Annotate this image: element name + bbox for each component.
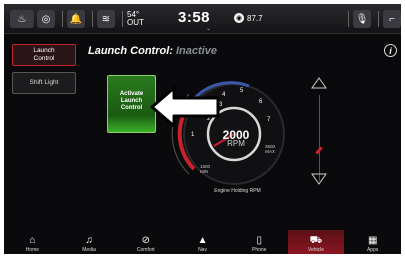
sidebar-item-label: Launch Control [33,47,55,62]
gauge-tick-label: 1 [191,132,195,138]
rpm-min-label: 1500 MIN [200,164,211,174]
rpm-unit: RPM [227,139,245,148]
divider [348,11,349,27]
divider [378,11,379,27]
sidebar-item-shift-light[interactable]: Shift Light [12,72,76,94]
status-bar: ♨ ◎ 🔔 ≋ 54° OUT 3:58 ⌄ ◉ 87.7 🎙 ⌐ [4,4,401,34]
steering-heat-icon[interactable]: ◎ [37,10,55,28]
nav-label: Comfort [136,247,155,253]
radio-station[interactable]: ◉ 87.7 [234,13,263,23]
outside-temp: 54° OUT [127,11,144,27]
nav-media[interactable]: ♫ Media [61,230,118,254]
microphone-icon[interactable]: 🎙 [353,10,371,28]
sidebar-item-launch-control[interactable]: Launch Control [12,44,76,66]
chevron-up-icon[interactable] [311,77,327,89]
chevron-down-icon[interactable] [311,173,327,185]
gauge-tick-label: 7 [267,117,271,123]
divider [62,11,63,27]
page-title: Launch Control: Inactive [88,45,217,57]
bottom-nav: ⌂ Home ♫ Media ⊘ Comfort ▲ Nav ▯ Phone ⛟… [4,230,401,254]
climate-controls: ♨ ◎ 🔔 ≋ 54° OUT [10,9,144,29]
comfort-icon: ⊘ [141,235,150,246]
chevron-down-icon[interactable]: ⌄ [206,25,211,32]
notification-bell-icon[interactable]: 🔔 [67,10,85,28]
nav-label: Phone [252,247,267,253]
nav-label: Media [82,247,96,253]
info-icon[interactable]: i [384,44,397,57]
divider [92,11,93,27]
infotainment-screen: ♨ ◎ 🔔 ≋ 54° OUT 3:58 ⌄ ◉ 87.7 🎙 ⌐ Launch… [4,4,401,254]
nav-phone[interactable]: ▯ Phone [231,230,288,254]
pointer-arrow-icon [150,86,220,128]
nav-vehicle[interactable]: ⛟ Vehicle [287,230,345,254]
navigation-arrow-icon: ▲ [197,235,208,246]
car-icon: ⛟ [309,235,323,246]
nav-label: Nav [198,247,207,253]
nav-navigation[interactable]: ▲ Nav [174,230,231,254]
page-title-text: Launch Control: [88,45,173,57]
music-note-icon: ♫ [85,235,93,246]
nav-label: Apps [366,247,379,253]
launch-status: Inactive [176,45,217,57]
arrow-shape [150,86,220,128]
clock[interactable]: 3:58 [178,9,210,26]
apps-grid-icon: ▦ [367,235,378,246]
slider-track[interactable] [319,95,320,181]
nav-label: Home [25,247,40,253]
gauge-tick-label: 6 [259,99,263,105]
nav-label: Vehicle [307,247,325,253]
phone-icon: ▯ [256,235,262,246]
outside-temp-label: OUT [127,18,144,27]
nav-apps[interactable]: ▦ Apps [344,230,401,254]
radio-frequency: 87.7 [247,13,263,23]
activate-launch-control-button[interactable]: Activate Launch Control [107,75,156,133]
sidebar: Launch Control Shift Light [12,44,78,100]
heated-seat-icon[interactable]: ♨ [10,10,34,28]
rpm-max-label: 3500 MAX [264,144,275,154]
sidebar-item-label: Shift Light [29,79,59,86]
activate-button-label: Activate Launch Control [119,90,144,111]
rpm-slider[interactable] [309,75,329,190]
wireless-signal-icon[interactable]: ≋ [97,10,115,28]
gauge-caption: Engine Holding RPM [214,188,261,194]
nav-home[interactable]: ⌂ Home [4,230,61,254]
radio-icon: ◉ [234,13,244,23]
home-icon: ⌂ [29,235,36,246]
divider [122,11,123,27]
seat-icon[interactable]: ⌐ [383,10,401,28]
gauge-tick-label: 5 [240,88,244,94]
nav-comfort[interactable]: ⊘ Comfort [117,230,174,254]
gauge-tick-label: 4 [222,92,226,98]
right-controls: 🎙 ⌐ [344,9,401,29]
